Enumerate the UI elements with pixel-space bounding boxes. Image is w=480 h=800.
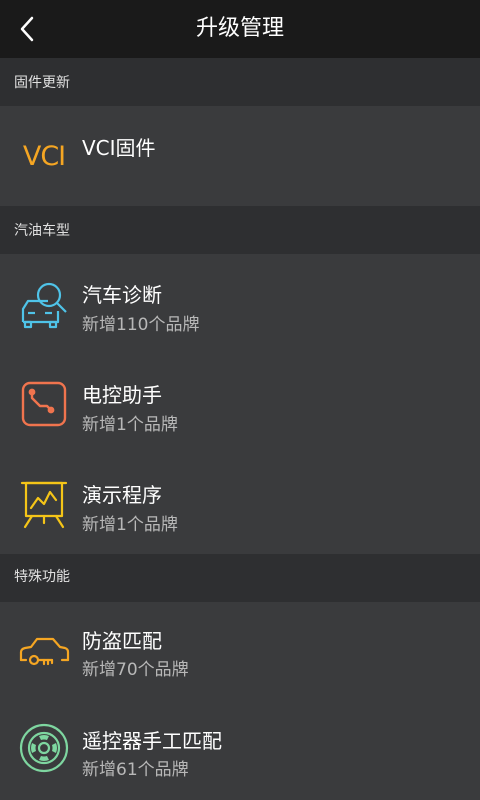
car-key-icon [18,624,70,676]
list-item-car-diagnosis[interactable]: 汽车诊断 新增110个品牌 [0,254,480,354]
item-subtitle: 新增1个品牌 [82,515,178,535]
item-title: 汽车诊断 [82,283,162,307]
list-item-immobilizer-matching[interactable]: 防盗匹配 新增70个品牌 [0,602,480,700]
item-title: 演示程序 [82,483,162,507]
demo-board-icon [18,478,70,530]
list-item-vci-firmware[interactable]: VCI VCI固件 [0,106,480,206]
list-item-ecu-assistant[interactable]: 电控助手 新增1个品牌 [0,354,480,454]
item-title: 防盗匹配 [82,629,162,653]
section-header-gasoline-models: 汽油车型 [0,206,480,254]
item-subtitle: 新增110个品牌 [82,315,200,335]
car-diagnosis-icon [18,278,70,330]
item-title: VCI固件 [82,136,156,160]
section-header-special-functions: 特殊功能 [0,554,480,602]
top-bar: 升级管理 [0,0,480,58]
list-item-demo-program[interactable]: 演示程序 新增1个品牌 [0,454,480,554]
item-title: 电控助手 [82,383,162,407]
section-header-firmware: 固件更新 [0,58,480,106]
item-subtitle: 新增1个品牌 [82,415,178,435]
vci-text-icon: VCI [22,140,66,172]
item-subtitle: 新增61个品牌 [82,760,189,780]
list-item-remote-manual-matching[interactable]: 遥控器手工匹配 新增61个品牌 [0,700,480,800]
page-title: 升级管理 [195,16,284,41]
remote-control-icon [18,722,70,774]
item-subtitle: 新增70个品牌 [82,660,189,680]
ecu-assistant-icon [18,378,70,430]
item-title: 遥控器手工匹配 [82,729,222,753]
